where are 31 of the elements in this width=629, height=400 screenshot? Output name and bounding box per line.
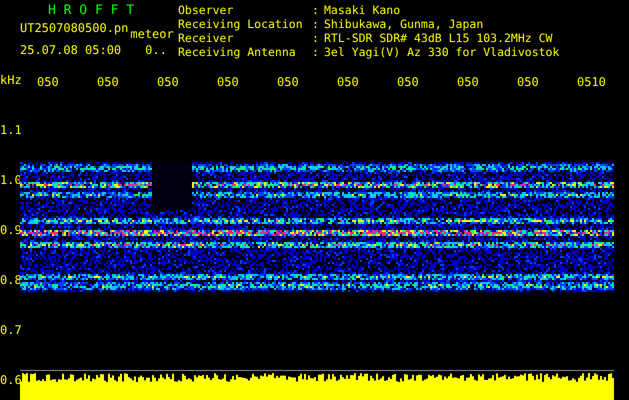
time-label: 050	[217, 76, 240, 91]
time-label: 050	[97, 76, 120, 91]
app-title: H R O F F T	[47, 4, 136, 18]
file-tag: meteor	[130, 28, 174, 40]
file-name: UT2507080500.pn	[20, 22, 128, 34]
time-label: 050	[457, 76, 480, 91]
info-value: Masaki Kano	[324, 4, 402, 18]
axis-label: 1.1	[0, 124, 20, 139]
time-label: 050	[517, 76, 540, 91]
axis-label: 0.7	[0, 324, 20, 339]
axis-label: 0.6	[0, 374, 20, 386]
info-value: 3el Yagi(V) Az 330 for Vladivostok	[324, 46, 560, 60]
info-value: Shibukawa, Gunma, Japan	[324, 18, 484, 32]
time-label: 050	[37, 76, 60, 91]
info-label: Observer	[178, 4, 234, 18]
time-label: 050	[157, 76, 180, 91]
info-separator: :	[312, 32, 320, 46]
info-label: Receiver	[178, 32, 234, 46]
info-separator: :	[312, 4, 320, 18]
axis-unit: kHz	[0, 74, 20, 89]
time-label: 050	[397, 76, 420, 91]
timestamp: 25.07.08 05:00	[20, 44, 122, 56]
count-text: 0..	[145, 44, 167, 56]
info-value: RTL-SDR SDR# 43dB L15 103.2MHz CW	[324, 32, 554, 46]
info-label: Receiving Location	[178, 18, 304, 32]
time-label: 050	[277, 76, 300, 91]
time-label: 0510	[577, 76, 607, 91]
time-label: 050	[337, 76, 360, 91]
info-label: Receiving Antenna	[178, 46, 297, 60]
info-separator: :	[312, 46, 320, 60]
info-separator: :	[312, 18, 320, 32]
